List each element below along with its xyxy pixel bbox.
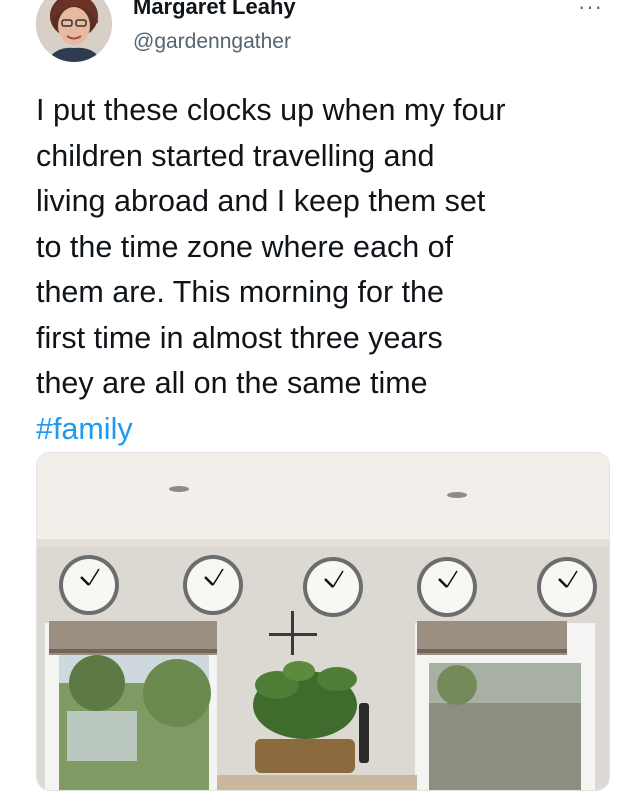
clock-icon [537, 557, 597, 617]
clock-icon [59, 555, 119, 615]
tweet-text: I put these clocks up when my four child… [36, 88, 626, 452]
avatar-image [36, 0, 112, 62]
tweet-photo[interactable] [36, 452, 610, 791]
tweet-header: Margaret Leahy @gardenngather ··· [0, 0, 640, 80]
tweet-line: living abroad and I keep them set [36, 184, 486, 218]
tweet-line: I put these clocks up when my four [36, 93, 506, 127]
tweet-line: them are. This morning for the [36, 275, 444, 309]
user-handle[interactable]: @gardenngather [133, 30, 291, 54]
more-icon[interactable]: ··· [578, 0, 603, 20]
tweet-line: children started travelling and [36, 138, 435, 173]
tweet-line: to the time zone where each of [36, 229, 454, 264]
tweet-line: first time in almost three years [36, 320, 443, 355]
display-name[interactable]: Margaret Leahy [133, 0, 296, 20]
tweet-line: they are all on the same time [36, 366, 428, 400]
clock-icon [417, 557, 477, 617]
photo-clocks-wall [37, 453, 609, 790]
hashtag-link[interactable]: #family [36, 407, 626, 453]
avatar[interactable] [36, 0, 112, 62]
clock-icon [303, 557, 363, 617]
clock-icon [183, 555, 243, 615]
